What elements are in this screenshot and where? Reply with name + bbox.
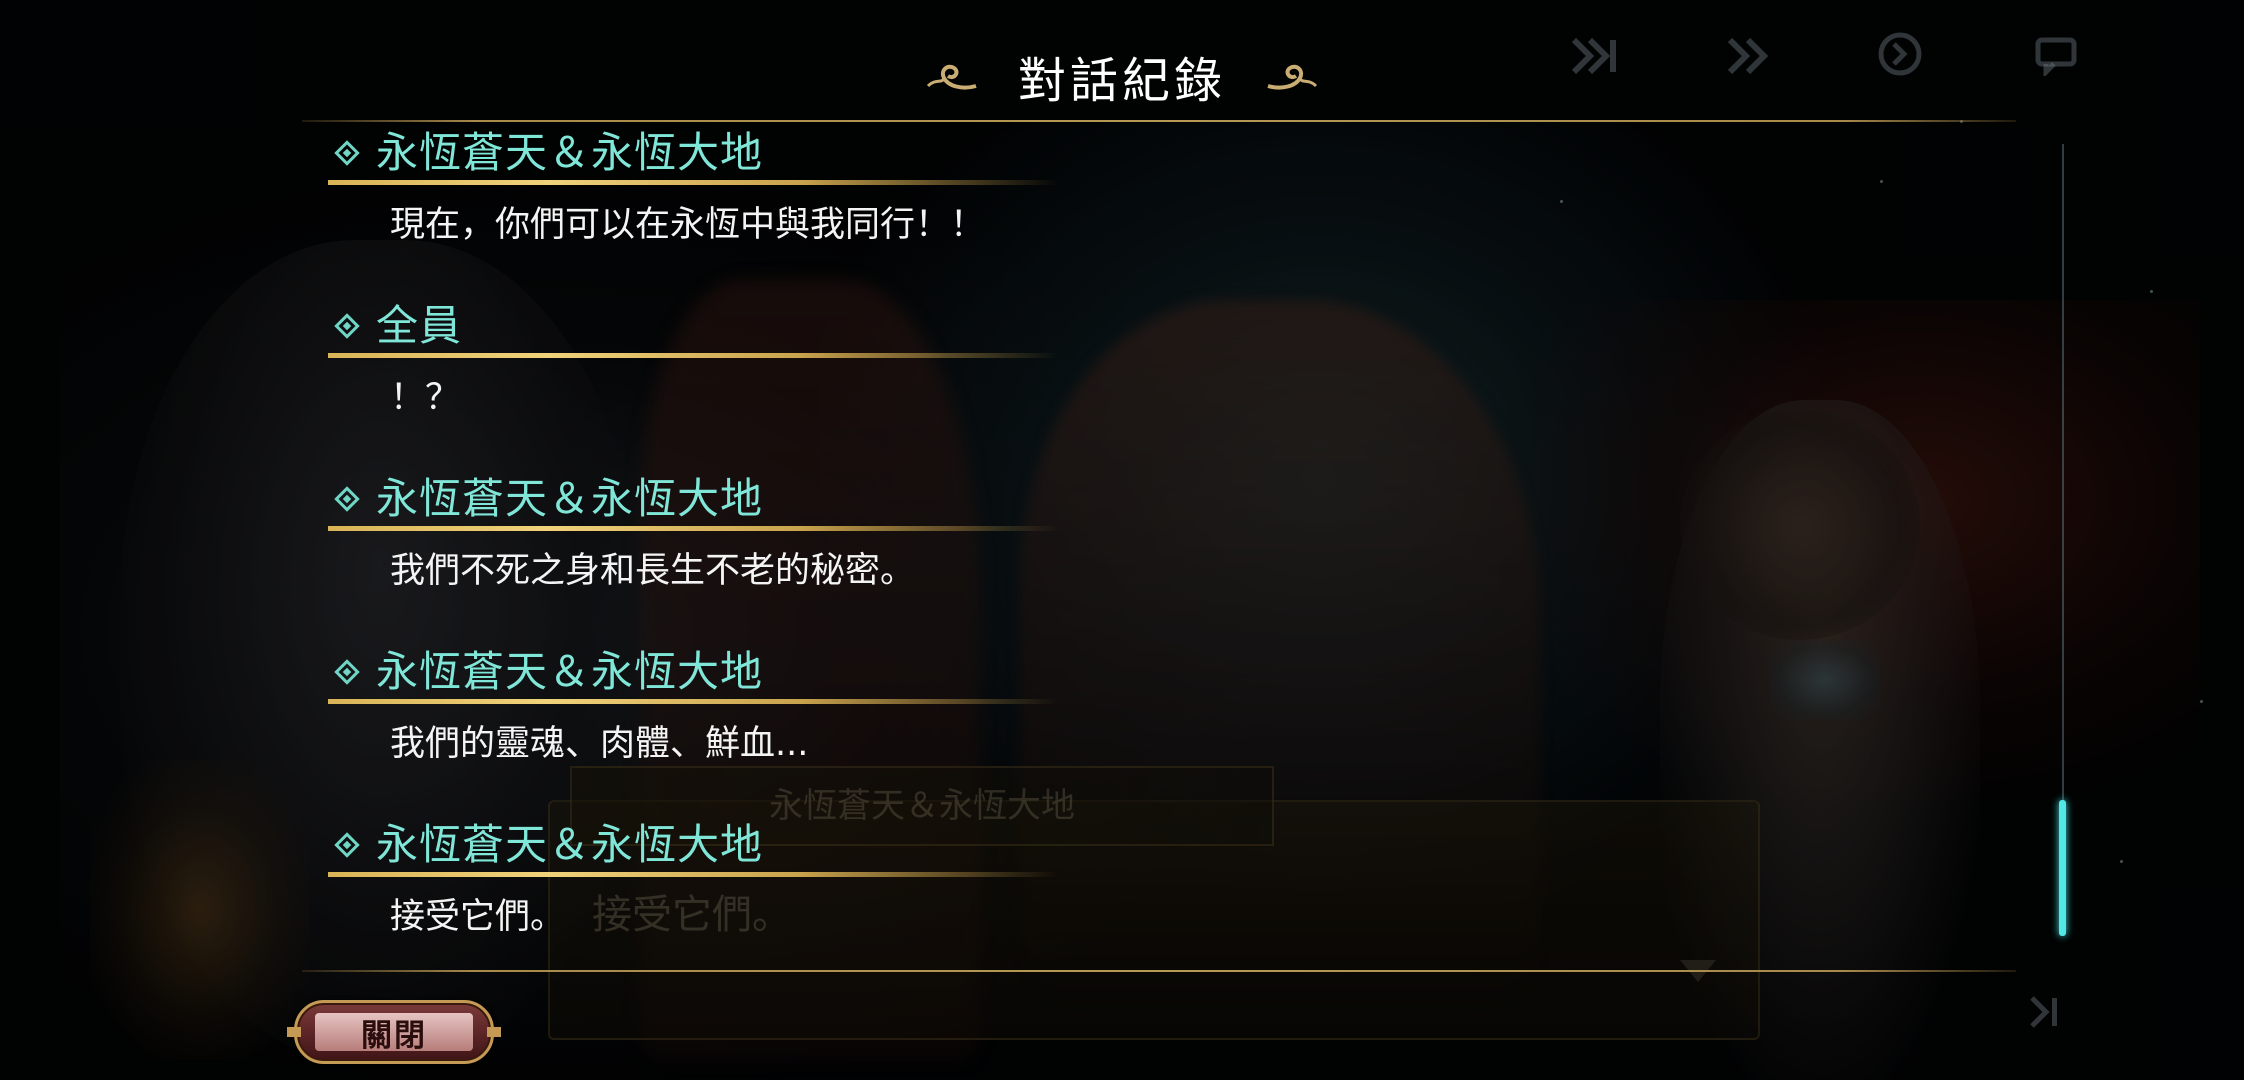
log-entry: 永恆蒼天＆永恆大地 我們的靈魂、肉體、鮮血... — [326, 641, 1826, 814]
dialogue-text: ！？ — [390, 378, 461, 418]
ornament-flourish-icon — [926, 64, 977, 90]
speaker-name: 永恆蒼天＆永恆大地 — [376, 474, 764, 523]
log-header: 對話紀錄 — [0, 36, 2244, 116]
log-entry: 全員 ！？ — [326, 295, 1826, 468]
speaker-underline — [328, 180, 1058, 185]
speaker-row: 全員 — [326, 295, 462, 357]
speaker-row: 永恆蒼天＆永恆大地 — [326, 468, 763, 530]
speaker-row: 永恆蒼天＆永恆大地 — [326, 641, 763, 703]
log-entry: 永恆蒼天＆永恆大地 接受它們。 — [326, 814, 1826, 987]
dialogue-log-list[interactable]: 永恆蒼天＆永恆大地 現在，你們可以在永恆中與我同行！！ 全員 ！？ 永恆蒼天＆永… — [326, 122, 1826, 987]
log-entry: 永恆蒼天＆永恆大地 我們不死之身和長生不老的秘密。 — [326, 468, 1826, 641]
speaker-underline — [328, 353, 1058, 358]
speaker-name: 永恆蒼天＆永恆大地 — [376, 820, 764, 869]
button-ornament — [487, 1027, 501, 1037]
diamond-icon — [334, 486, 360, 512]
dialogue-text: 現在，你們可以在永恆中與我同行！！ — [390, 205, 986, 245]
dialogue-text: 我們的靈魂、肉體、鮮血... — [390, 724, 809, 764]
speaker-underline — [328, 699, 1058, 704]
diamond-icon — [334, 832, 360, 858]
page-title: 對話紀錄 — [1017, 53, 1226, 109]
diamond-icon — [334, 140, 360, 166]
speaker-name: 永恆蒼天＆永恆大地 — [376, 647, 764, 696]
log-entry: 永恆蒼天＆永恆大地 現在，你們可以在永恆中與我同行！！ — [326, 122, 1826, 295]
dialogue-text: 接受它們。 — [390, 897, 566, 937]
close-button[interactable]: 關閉 — [287, 1000, 501, 1064]
speaker-underline — [328, 872, 1058, 877]
diamond-icon — [334, 659, 360, 685]
speaker-row: 永恆蒼天＆永恆大地 — [326, 814, 763, 876]
skip-corner-icon[interactable] — [2028, 994, 2064, 1030]
speaker-underline — [328, 526, 1058, 531]
diamond-icon — [334, 313, 360, 339]
speaker-name: 永恆蒼天＆永恆大地 — [376, 128, 764, 177]
button-ornament — [287, 1027, 301, 1037]
ornament-flourish-icon — [1267, 64, 1318, 90]
dialogue-text: 我們不死之身和長生不老的秘密。 — [390, 551, 916, 591]
close-button-label: 關閉 — [361, 1017, 427, 1054]
speaker-row: 永恆蒼天＆永恆大地 — [326, 122, 763, 184]
scrollbar-thumb[interactable] — [2059, 800, 2066, 936]
bottom-divider — [302, 970, 2016, 972]
speaker-name: 全員 — [376, 301, 463, 350]
